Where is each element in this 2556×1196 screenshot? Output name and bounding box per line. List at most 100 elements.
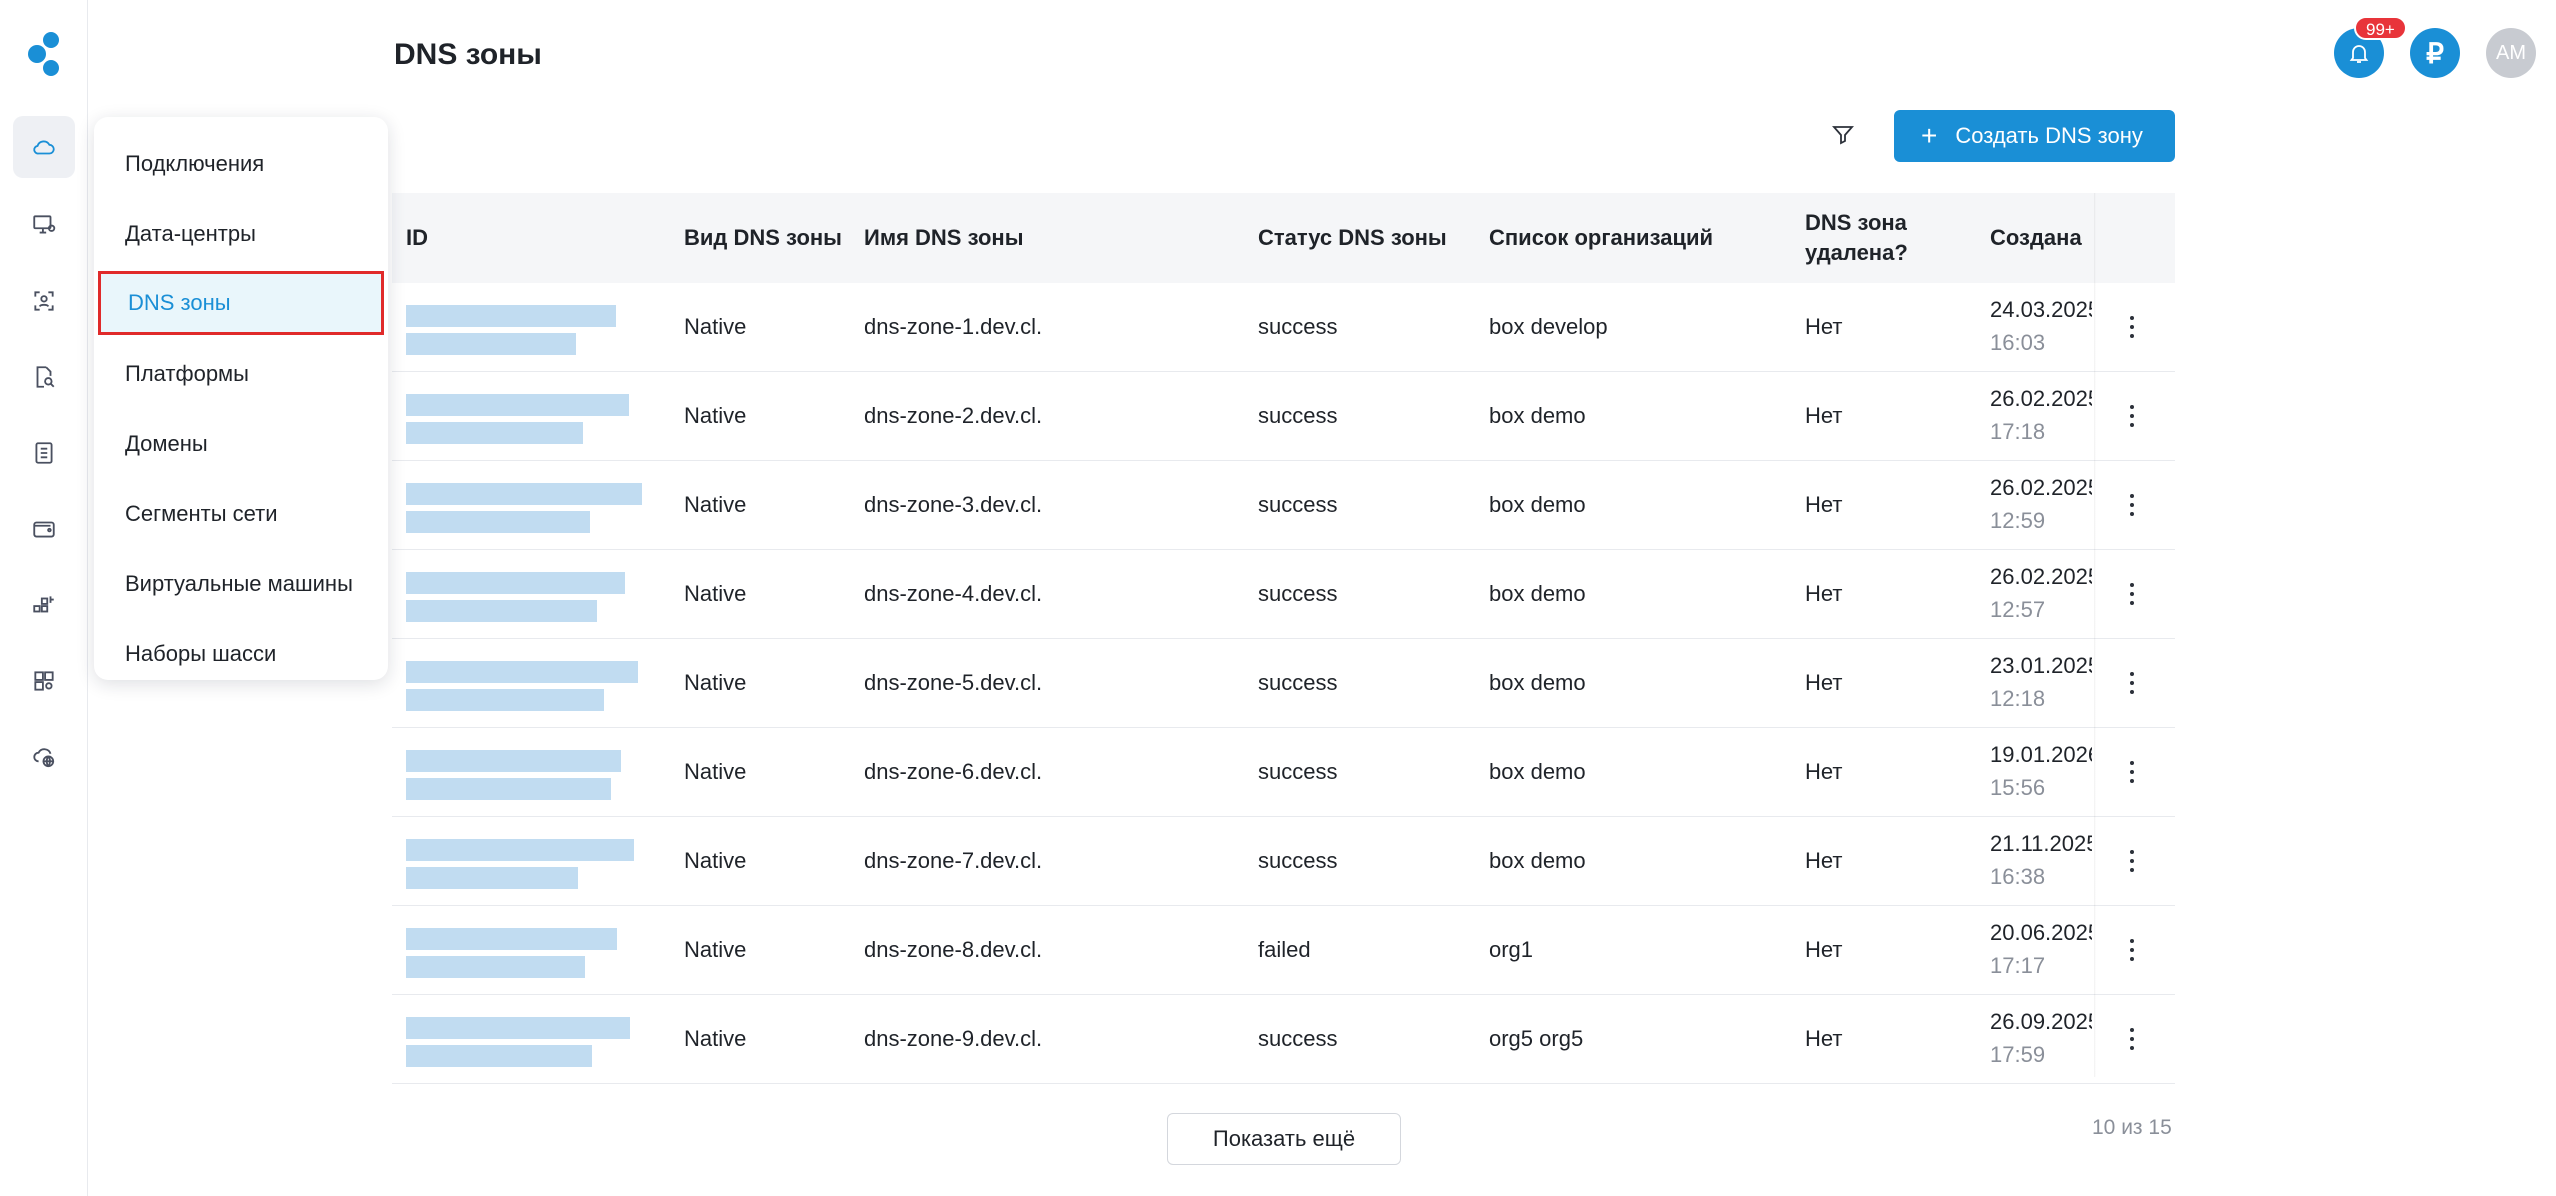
- avatar[interactable]: AM: [2486, 28, 2536, 78]
- row-actions-icon[interactable]: [2122, 491, 2142, 519]
- cell-orgs: box demo: [1489, 759, 1586, 784]
- menu-item-5[interactable]: Сегменты сети: [94, 479, 388, 549]
- row-actions-icon[interactable]: [2122, 669, 2142, 697]
- rail-button-wallet[interactable]: [13, 498, 75, 560]
- rail-button-document-search[interactable]: [13, 346, 75, 408]
- id-cell-redacted: [406, 1009, 638, 1069]
- row-actions-icon[interactable]: [2122, 758, 2142, 786]
- rail-button-scan-user[interactable]: [13, 270, 75, 332]
- column-header-id[interactable]: ID: [406, 193, 428, 283]
- monitor-settings-icon: [33, 215, 56, 234]
- cell-name: dns-zone-5.dev.cl.: [864, 670, 1043, 695]
- cloud-icon: [33, 140, 55, 155]
- created-date: 21.11.2025: [1990, 831, 2092, 856]
- rail-button-cloud[interactable]: [13, 116, 75, 178]
- table-row[interactable]: Native dns-zone-3.dev.cl. success box demo Н…: [392, 461, 2175, 550]
- id-cell-redacted: [406, 297, 638, 357]
- menu-item-label: Домены: [125, 431, 208, 456]
- rail-button-list-doc[interactable]: [13, 422, 75, 484]
- id-cell-redacted: [406, 653, 638, 713]
- rail-button-grid-settings[interactable]: [13, 650, 75, 712]
- table-row[interactable]: Native dns-zone-5.dev.cl. success box demo Н…: [392, 639, 2175, 728]
- column-header-deleted[interactable]: DNS зона удалена?: [1805, 193, 1908, 283]
- menu-item-0[interactable]: Подключения: [94, 129, 388, 199]
- rail-button-network-blocks[interactable]: [13, 574, 75, 636]
- plus-icon: +: [1921, 120, 1938, 151]
- menu-item-1[interactable]: Дата-центры: [94, 199, 388, 269]
- cell-type: Native: [684, 581, 747, 606]
- created-time: 15:56: [1990, 775, 2046, 800]
- column-header-created[interactable]: Создана: [1990, 193, 2092, 283]
- filter-button[interactable]: [1826, 118, 1860, 152]
- cell-created: 21.11.2025 16:38: [1990, 817, 2092, 905]
- column-header-deleted-line1: DNS зона: [1805, 210, 1907, 235]
- logo-icon[interactable]: [25, 30, 65, 78]
- menu-item-3[interactable]: Платформы: [94, 339, 388, 409]
- cell-status: success: [1258, 1026, 1338, 1051]
- menu-item-label: Платформы: [125, 361, 249, 386]
- bell-icon: [2349, 45, 2369, 63]
- menu-item-4[interactable]: Домены: [94, 409, 388, 479]
- row-actions-icon[interactable]: [2122, 936, 2142, 964]
- created-time: 16:03: [1990, 330, 2046, 355]
- table-row[interactable]: Native dns-zone-7.dev.cl. success box demo Н…: [392, 817, 2175, 906]
- scan-user-icon: [34, 291, 54, 311]
- show-more-button[interactable]: Показать ещё: [1167, 1113, 1401, 1165]
- row-actions-icon[interactable]: [2122, 313, 2142, 341]
- row-actions-icon[interactable]: [2122, 1025, 2142, 1053]
- created-time: 17:59: [1990, 1042, 2046, 1067]
- balance-button[interactable]: ₽: [2410, 28, 2460, 78]
- created-date: 23.01.2025: [1990, 653, 2092, 678]
- menu-item-2[interactable]: DNS зоны: [98, 271, 384, 335]
- cell-type: Native: [684, 848, 747, 873]
- cell-orgs: box develop: [1489, 314, 1608, 339]
- column-header-name[interactable]: Имя DNS зоны: [864, 193, 1024, 283]
- cell-orgs: org5 org5: [1489, 1026, 1584, 1051]
- created-date: 26.09.2025: [1990, 1009, 2092, 1034]
- row-actions-icon[interactable]: [2122, 402, 2142, 430]
- cell-status: success: [1258, 848, 1338, 873]
- cell-type: Native: [684, 670, 747, 695]
- cell-name: dns-zone-9.dev.cl.: [864, 1026, 1043, 1051]
- cell-type: Native: [684, 1026, 747, 1051]
- created-date: 26.02.2025: [1990, 475, 2092, 500]
- column-header-orgs[interactable]: Список организаций: [1489, 193, 1713, 283]
- created-date: 26.02.2025: [1990, 564, 2092, 589]
- menu-item-6[interactable]: Виртуальные машины: [94, 549, 388, 619]
- cell-deleted: Нет: [1805, 403, 1843, 428]
- cell-type: Native: [684, 314, 747, 339]
- created-time: 12:57: [1990, 597, 2046, 622]
- cell-created: 20.06.2025 17:17: [1990, 906, 2092, 994]
- menu-item-label: Наборы шасси: [125, 641, 277, 666]
- filter-icon: [1832, 126, 1854, 145]
- table-row[interactable]: Native dns-zone-1.dev.cl. success box devel…: [392, 283, 2175, 372]
- column-header-type[interactable]: Вид DNS зоны: [684, 193, 842, 283]
- menu-item-7[interactable]: Наборы шасси: [94, 619, 388, 689]
- created-time: 16:38: [1990, 864, 2046, 889]
- cell-created: 26.02.2025 12:57: [1990, 550, 2092, 638]
- id-cell-redacted: [406, 920, 638, 980]
- table-header: ID Вид DNS зоны Имя DNS зоны Статус DNS …: [392, 193, 2175, 283]
- rail-button-monitor-settings[interactable]: [13, 194, 75, 256]
- create-dns-zone-button[interactable]: + Создать DNS зону: [1894, 110, 2175, 162]
- wallet-icon: [33, 521, 55, 538]
- cell-orgs: box demo: [1489, 848, 1586, 873]
- menu-item-label: Дата-центры: [125, 221, 256, 246]
- cell-deleted: Нет: [1805, 314, 1843, 339]
- column-header-deleted-line2: удалена?: [1805, 240, 1908, 265]
- cell-name: dns-zone-2.dev.cl.: [864, 403, 1043, 428]
- created-date: 26.02.2025: [1990, 386, 2092, 411]
- cell-deleted: Нет: [1805, 581, 1843, 606]
- table-row[interactable]: Native dns-zone-2.dev.cl. success box demo Н…: [392, 372, 2175, 461]
- table-row[interactable]: Native dns-zone-8.dev.cl. failed org1 Нет 20.…: [392, 906, 2175, 995]
- rail-button-cloud-globe[interactable]: [13, 726, 75, 788]
- table-row[interactable]: Native dns-zone-6.dev.cl. success box demo Н…: [392, 728, 2175, 817]
- cell-status: success: [1258, 492, 1338, 517]
- table-row[interactable]: Native dns-zone-4.dev.cl. success box demo Н…: [392, 550, 2175, 639]
- table-row[interactable]: Native dns-zone-9.dev.cl. success org5 org5…: [392, 995, 2175, 1084]
- id-cell-redacted: [406, 386, 638, 446]
- row-actions-icon[interactable]: [2122, 847, 2142, 875]
- id-cell-redacted: [406, 475, 642, 535]
- row-actions-icon[interactable]: [2122, 580, 2142, 608]
- column-header-status[interactable]: Статус DNS зоны: [1258, 193, 1447, 283]
